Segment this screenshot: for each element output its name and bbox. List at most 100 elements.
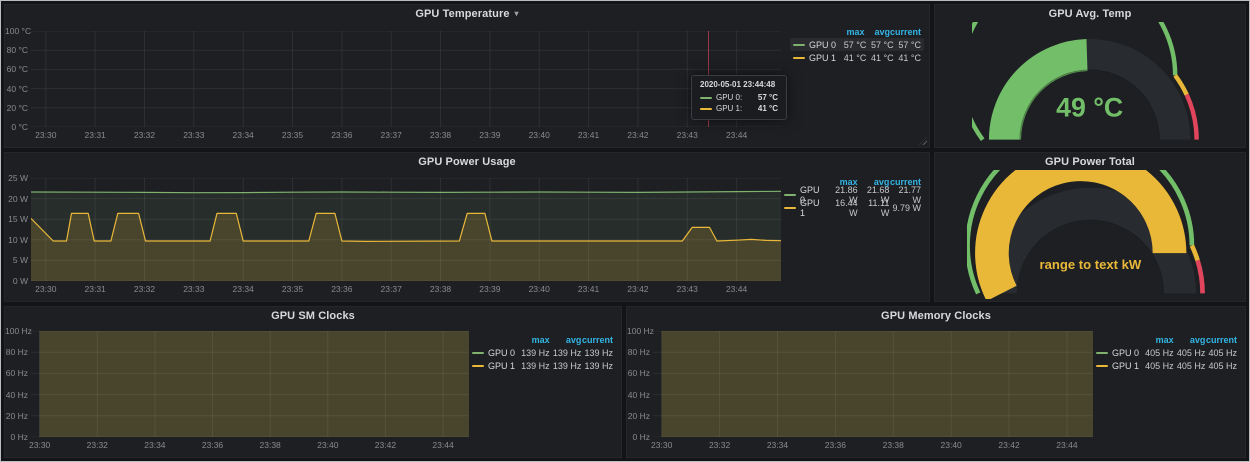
graph-plot-power[interactable]: 0 W5 W10 W15 W20 W25 W23:3023:3123:3223:… (31, 178, 781, 281)
x-axis-tick: 23:36 (825, 440, 846, 450)
y-axis-tick: 20 W (5, 194, 28, 204)
tooltip-timestamp: 2020-05-01 23:44:48 (700, 80, 778, 89)
y-axis-tick: 60 °C (5, 64, 28, 74)
legend-series-toggle[interactable]: GPU 0 (1096, 348, 1142, 358)
legend-series-value: 139 Hz (550, 348, 582, 358)
gauge-canvas: 49 °C (972, 22, 1207, 145)
legend-header-max[interactable]: max (518, 335, 550, 345)
x-axis-tick: 23:33 (183, 284, 204, 294)
legend-series-value: 41 °C (894, 53, 921, 63)
panel-title-text: GPU Power Usage (418, 156, 515, 168)
legend-table-power: maxavgcurrentGPU 021.86 W21.68 W21.77 WG… (781, 175, 924, 214)
legend-series-name: GPU 0 (488, 348, 515, 358)
gauge-gpu-power-total: range to text kW (935, 170, 1245, 299)
legend-header-current[interactable]: current (581, 335, 613, 345)
legend-series-name: GPU 1 (1112, 361, 1139, 371)
x-axis-tick: 23:35 (282, 130, 303, 140)
gauge-gpu-avg-temp: 49 °C (935, 22, 1245, 145)
series-color-dash-icon (793, 44, 805, 46)
x-axis-tick: 23:41 (578, 130, 599, 140)
series-color-dash-icon (784, 207, 796, 209)
legend-series-value: 41 °C (866, 53, 893, 63)
graph-body: 0 W5 W10 W15 W20 W25 W23:3023:3123:3223:… (5, 170, 929, 301)
gauge-canvas: range to text kW (967, 170, 1214, 299)
x-axis-tick: 23:32 (134, 130, 155, 140)
x-axis-tick: 23:36 (202, 440, 223, 450)
legend-series-toggle[interactable]: GPU 0 (472, 348, 518, 358)
x-axis-tick: 23:40 (941, 440, 962, 450)
legend-series-name: GPU 1 (488, 361, 515, 371)
legend-series-value: 139 Hz (518, 361, 550, 371)
legend-table-sm-clocks: maxavgcurrentGPU 0139 Hz139 Hz139 HzGPU … (469, 333, 616, 372)
legend-series-row: GPU 141 °C41 °C41 °C (790, 51, 924, 64)
y-axis-tick: 40 °C (5, 84, 28, 94)
legend-header-max[interactable]: max (839, 27, 865, 37)
graph-plot-sm-clocks[interactable]: 0 Hz20 Hz40 Hz60 Hz80 Hz100 Hz23:3023:32… (31, 331, 469, 437)
legend-series-value: 16.44 W (826, 198, 858, 218)
legend-series-toggle[interactable]: GPU 0 (793, 40, 839, 50)
tooltip-series-value: 41 °C (758, 103, 778, 114)
legend-series-value: 139 Hz (518, 348, 550, 358)
legend-series-value: 57 °C (839, 40, 866, 50)
y-axis-tick: 60 Hz (627, 368, 650, 378)
panel-title-gpu-avg-temp[interactable]: GPU Avg. Temp (935, 5, 1245, 22)
x-axis-tick: 23:30 (651, 440, 672, 450)
legend-header-row: maxavgcurrent (790, 25, 924, 38)
x-axis-tick: 23:40 (529, 130, 550, 140)
panel-gpu-sm-clocks: GPU SM Clocks 0 Hz20 Hz40 Hz60 Hz80 Hz10… (4, 306, 622, 458)
x-axis-tick: 23:40 (317, 440, 338, 450)
x-axis-tick: 23:32 (709, 440, 730, 450)
tooltip-series-row: GPU 0:57 °C (700, 92, 778, 103)
graph-plot-temperature[interactable]: 0 °C20 °C40 °C60 °C80 °C100 °C23:3023:31… (31, 31, 781, 127)
panel-title-text: GPU Temperature (415, 8, 509, 20)
legend-header-avg[interactable]: avg (1174, 335, 1206, 345)
x-axis-tick: 23:42 (627, 130, 648, 140)
legend-header-current[interactable]: current (1205, 335, 1237, 345)
series-color-dash-icon (472, 352, 484, 354)
y-axis-tick: 10 W (5, 235, 28, 245)
series-color-dash-icon (793, 57, 805, 59)
legend-series-row: GPU 1405 Hz405 Hz405 Hz (1093, 359, 1240, 372)
legend-series-toggle[interactable]: GPU 1 (1096, 361, 1142, 371)
legend-series-value: 405 Hz (1205, 361, 1237, 371)
graph-body: 0 Hz20 Hz40 Hz60 Hz80 Hz100 Hz23:3023:32… (627, 324, 1245, 457)
legend-header-avg[interactable]: avg (550, 335, 582, 345)
graph-plot-memory-clocks[interactable]: 0 Hz20 Hz40 Hz60 Hz80 Hz100 Hz23:3023:32… (653, 331, 1093, 437)
series-color-dash-icon (1096, 352, 1108, 354)
y-axis-tick: 5 W (5, 255, 28, 265)
legend-series-name: GPU 0 (809, 40, 836, 50)
x-axis-tick: 23:31 (85, 284, 106, 294)
y-axis-tick: 0 W (5, 276, 28, 286)
tooltip-series-value: 57 °C (758, 92, 778, 103)
chart-canvas (31, 331, 469, 437)
legend-series-toggle[interactable]: GPU 1 (793, 53, 839, 63)
x-axis-tick: 23:30 (29, 440, 50, 450)
legend-series-toggle[interactable]: GPU 1 (784, 198, 826, 218)
y-axis-tick: 0 Hz (5, 432, 28, 442)
series-color-dash-icon (1096, 365, 1108, 367)
x-axis-tick: 23:34 (144, 440, 165, 450)
panel-title-gpu-power-usage[interactable]: GPU Power Usage (5, 153, 929, 170)
legend-header-max[interactable]: max (1142, 335, 1174, 345)
legend-header-avg[interactable]: avg (865, 27, 891, 37)
tooltip-series-row: GPU 1:41 °C (700, 103, 778, 114)
panel-gpu-temperature: GPU Temperature ▾ 0 °C20 °C40 °C60 °C80 … (4, 4, 930, 148)
panel-title-gpu-memory-clocks[interactable]: GPU Memory Clocks (627, 307, 1245, 324)
panel-title-text: GPU Memory Clocks (881, 310, 991, 322)
legend-series-value: 405 Hz (1142, 361, 1174, 371)
y-axis-tick: 20 Hz (5, 411, 28, 421)
panel-title-text: GPU SM Clocks (271, 310, 355, 322)
legend-series-name: GPU 1 (809, 53, 836, 63)
panel-title-gpu-power-total[interactable]: GPU Power Total (935, 153, 1245, 170)
panel-title-gpu-temperature[interactable]: GPU Temperature ▾ (5, 5, 929, 22)
legend-series-value: 57 °C (894, 40, 921, 50)
x-axis-tick: 23:30 (35, 284, 56, 294)
x-axis-tick: 23:44 (432, 440, 453, 450)
graph-body: 0 Hz20 Hz40 Hz60 Hz80 Hz100 Hz23:3023:32… (5, 324, 621, 457)
chevron-down-icon[interactable]: ▾ (515, 9, 519, 18)
y-axis-tick: 100 Hz (5, 326, 28, 336)
legend-series-row: GPU 0139 Hz139 Hz139 Hz (469, 346, 616, 359)
panel-title-gpu-sm-clocks[interactable]: GPU SM Clocks (5, 307, 621, 324)
legend-series-toggle[interactable]: GPU 1 (472, 361, 518, 371)
legend-header-current[interactable]: current (890, 27, 921, 37)
